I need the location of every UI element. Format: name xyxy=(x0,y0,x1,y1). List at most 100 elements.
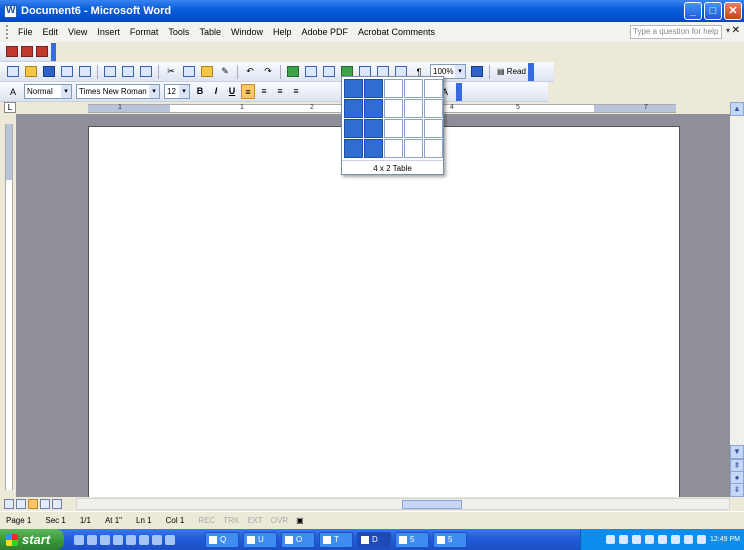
toolbar-options-icon[interactable] xyxy=(456,82,462,101)
web-layout-icon[interactable] xyxy=(16,499,26,509)
menu-adobe-pdf[interactable]: Adobe PDF xyxy=(296,27,353,37)
next-page-icon[interactable]: ⇟ xyxy=(730,483,744,497)
pdf-email-icon[interactable] xyxy=(20,44,33,60)
quick-launch-icon[interactable] xyxy=(139,534,149,545)
task-button-active[interactable]: D xyxy=(357,531,391,548)
print-icon[interactable] xyxy=(77,64,93,80)
task-button[interactable]: 5 xyxy=(395,531,429,548)
quick-launch-icon[interactable] xyxy=(100,534,110,545)
insert-table-dropdown[interactable]: 4 x 2 Table xyxy=(341,76,444,175)
tab-selector-icon[interactable]: L xyxy=(4,102,16,113)
word-app-icon[interactable] xyxy=(4,4,17,18)
help-dropdown-icon[interactable]: ▾ xyxy=(726,26,730,35)
menu-insert[interactable]: Insert xyxy=(92,27,125,37)
table-grid-cell[interactable] xyxy=(384,99,403,118)
normal-view-icon[interactable] xyxy=(4,499,14,509)
align-center-button[interactable]: ≡ xyxy=(257,84,271,99)
table-grid-cell[interactable] xyxy=(344,119,363,138)
quick-launch-icon[interactable] xyxy=(126,534,136,545)
table-grid-cell[interactable] xyxy=(344,79,363,98)
table-grid-cell[interactable] xyxy=(404,119,423,138)
table-grid-cell[interactable] xyxy=(384,139,403,158)
status-ext[interactable]: EXT xyxy=(247,516,263,525)
paste-icon[interactable] xyxy=(199,64,215,80)
format-painter-icon[interactable]: ✎ xyxy=(217,64,233,80)
read-button[interactable]: ▤ Read xyxy=(497,67,526,76)
vertical-scrollbar[interactable]: ▲ ▼ ⇞ ● ⇟ xyxy=(730,102,744,497)
horizontal-scrollbar[interactable] xyxy=(76,498,730,510)
menu-help[interactable]: Help xyxy=(268,27,297,37)
tray-icon[interactable] xyxy=(697,535,707,544)
quick-launch-icon[interactable] xyxy=(74,534,84,545)
reading-layout-icon[interactable] xyxy=(52,499,62,509)
tables-borders-icon[interactable] xyxy=(303,64,319,80)
undo-icon[interactable]: ↶ xyxy=(242,64,258,80)
style-select[interactable]: Normal ▾ xyxy=(24,84,72,99)
cut-icon[interactable]: ✂ xyxy=(163,64,179,80)
table-grid-cell[interactable] xyxy=(424,119,443,138)
menu-format[interactable]: Format xyxy=(125,27,164,37)
menu-acrobat-comments[interactable]: Acrobat Comments xyxy=(353,27,440,37)
tray-icon[interactable] xyxy=(632,535,642,544)
font-size-select[interactable]: 12 ▾ xyxy=(164,84,190,99)
hyperlink-icon[interactable] xyxy=(285,64,301,80)
open-folder-icon[interactable] xyxy=(23,64,39,80)
permission-icon[interactable] xyxy=(59,64,75,80)
align-right-button[interactable]: ≡ xyxy=(273,84,287,99)
toolbar-options-icon[interactable] xyxy=(51,42,56,61)
table-grid-cell[interactable] xyxy=(364,139,383,158)
task-button[interactable]: T xyxy=(319,531,353,548)
clock[interactable]: 12:49 PM xyxy=(710,536,740,543)
status-trk[interactable]: TRK xyxy=(223,516,239,525)
tray-icon[interactable] xyxy=(606,535,616,544)
justify-button[interactable]: ≡ xyxy=(289,84,303,99)
quick-launch-icon[interactable] xyxy=(152,534,162,545)
underline-button[interactable]: U xyxy=(225,84,239,99)
quick-launch-icon[interactable] xyxy=(87,534,97,545)
table-grid-cell[interactable] xyxy=(424,139,443,158)
table-grid-cell[interactable] xyxy=(404,139,423,158)
pdf-review-icon[interactable] xyxy=(35,44,48,60)
redo-icon[interactable]: ↷ xyxy=(260,64,276,80)
convert-to-pdf-icon[interactable] xyxy=(5,44,18,60)
quick-launch-icon[interactable] xyxy=(165,534,175,545)
vertical-ruler[interactable] xyxy=(0,114,16,497)
scroll-thumb[interactable] xyxy=(402,500,462,509)
tray-icon[interactable] xyxy=(658,535,668,544)
tray-icon[interactable] xyxy=(645,535,655,544)
italic-button[interactable]: I xyxy=(209,84,223,99)
tray-icon[interactable] xyxy=(684,535,694,544)
task-button[interactable]: 5 xyxy=(433,531,467,548)
minimize-button[interactable]: _ xyxy=(684,2,702,20)
table-grid-cell[interactable] xyxy=(384,79,403,98)
styles-formatting-icon[interactable]: A xyxy=(5,84,21,100)
toolbar-options-icon[interactable] xyxy=(527,62,534,81)
tray-icon[interactable] xyxy=(671,535,681,544)
toolbar-grip[interactable] xyxy=(6,25,9,39)
bold-button[interactable]: B xyxy=(193,84,207,99)
scroll-down-icon[interactable]: ▼ xyxy=(730,445,744,459)
table-grid-cell[interactable] xyxy=(404,79,423,98)
table-grid-cell[interactable] xyxy=(364,99,383,118)
align-left-button[interactable]: ≡ xyxy=(241,84,255,99)
status-ovr[interactable]: OVR xyxy=(271,516,288,525)
spelling-icon[interactable] xyxy=(120,64,136,80)
save-icon[interactable] xyxy=(41,64,57,80)
table-grid-cell[interactable] xyxy=(364,79,383,98)
task-button[interactable]: Q xyxy=(205,531,239,548)
help-icon[interactable] xyxy=(469,64,485,80)
task-button[interactable]: U xyxy=(243,531,277,548)
scroll-up-icon[interactable]: ▲ xyxy=(730,102,744,116)
document-page[interactable] xyxy=(88,126,680,497)
status-rec[interactable]: REC xyxy=(198,516,215,525)
menu-window[interactable]: Window xyxy=(226,27,268,37)
research-icon[interactable] xyxy=(138,64,154,80)
start-button[interactable]: start xyxy=(0,529,64,550)
menu-edit[interactable]: Edit xyxy=(38,27,64,37)
help-search-input[interactable]: Type a question for help xyxy=(630,25,722,39)
table-grid[interactable] xyxy=(344,79,443,158)
spelling-status-icon[interactable]: ▣ xyxy=(296,516,304,525)
menu-view[interactable]: View xyxy=(63,27,92,37)
print-preview-icon[interactable] xyxy=(102,64,118,80)
insert-table-icon[interactable] xyxy=(321,64,337,80)
